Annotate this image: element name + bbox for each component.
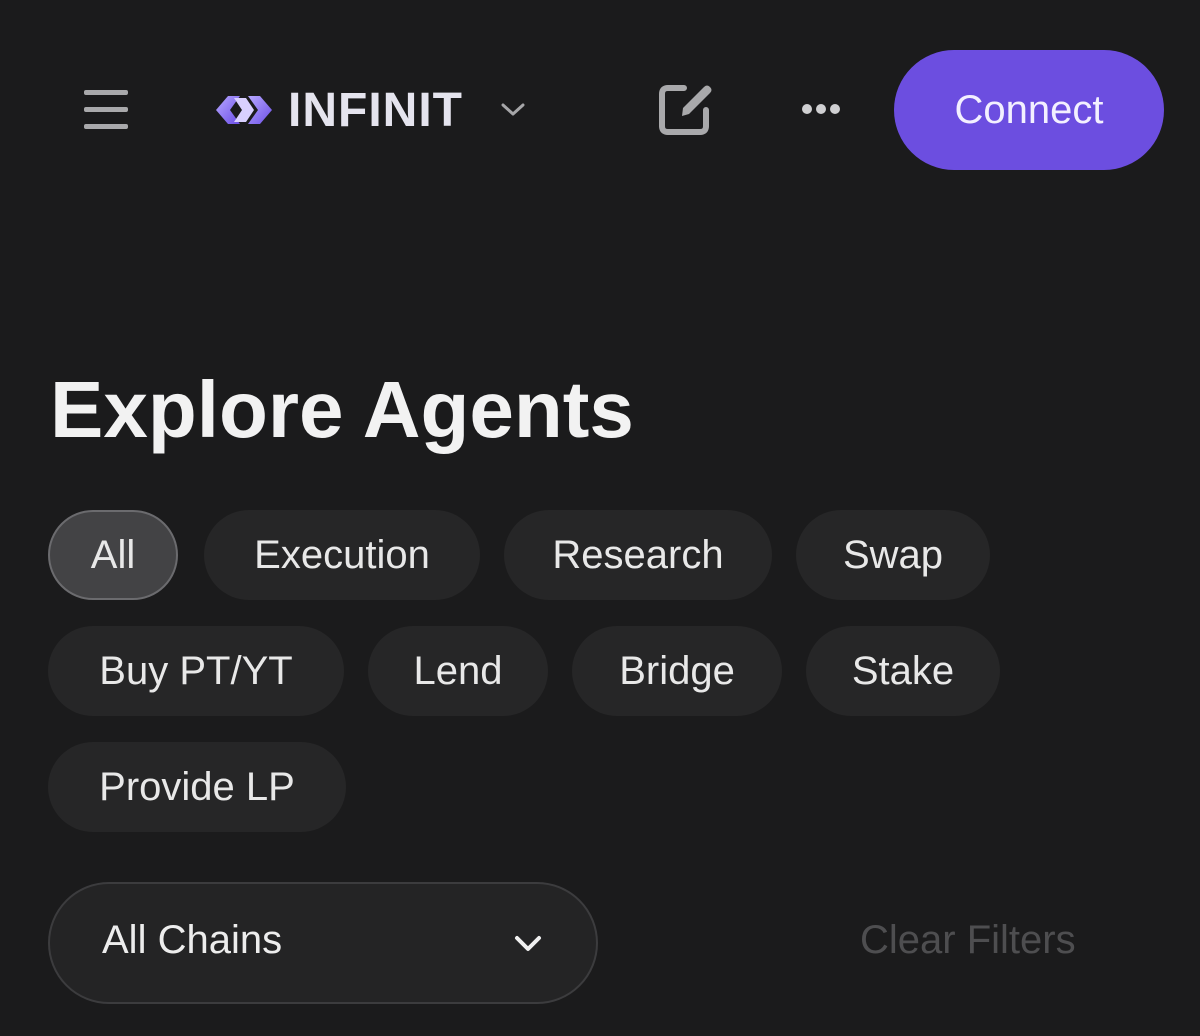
filter-chip-buy-pt-yt[interactable]: Buy PT/YT <box>48 626 344 716</box>
hamburger-menu-icon[interactable] <box>80 88 132 132</box>
chain-select-value: All Chains <box>102 918 283 962</box>
filter-chip-provide-lp[interactable]: Provide LP <box>48 742 346 832</box>
filter-chip-bridge[interactable]: Bridge <box>572 626 782 716</box>
clear-filters-button[interactable]: Clear Filters <box>860 918 1076 963</box>
filter-chip-research[interactable]: Research <box>504 510 772 600</box>
connect-button[interactable]: Connect <box>894 50 1164 170</box>
filter-chip-lend[interactable]: Lend <box>368 626 548 716</box>
edit-icon[interactable] <box>652 78 720 142</box>
chain-select[interactable]: All Chains <box>48 882 598 1004</box>
chevron-down-icon <box>515 936 541 951</box>
chevron-down-icon <box>501 103 525 116</box>
more-horizontal-icon[interactable] <box>790 92 852 126</box>
page-title: Explore Agents <box>50 365 634 454</box>
filter-chip-swap[interactable]: Swap <box>796 510 990 600</box>
filter-chip-stake[interactable]: Stake <box>806 626 1000 716</box>
filter-chip-all[interactable]: All <box>48 510 178 600</box>
brand-name: INFINIT <box>288 83 463 137</box>
filter-chip-execution[interactable]: Execution <box>204 510 480 600</box>
brand-switcher[interactable]: INFINIT <box>212 80 527 140</box>
infinity-logo-icon <box>216 96 272 124</box>
top-bar: INFINIT Connect <box>0 0 1200 220</box>
